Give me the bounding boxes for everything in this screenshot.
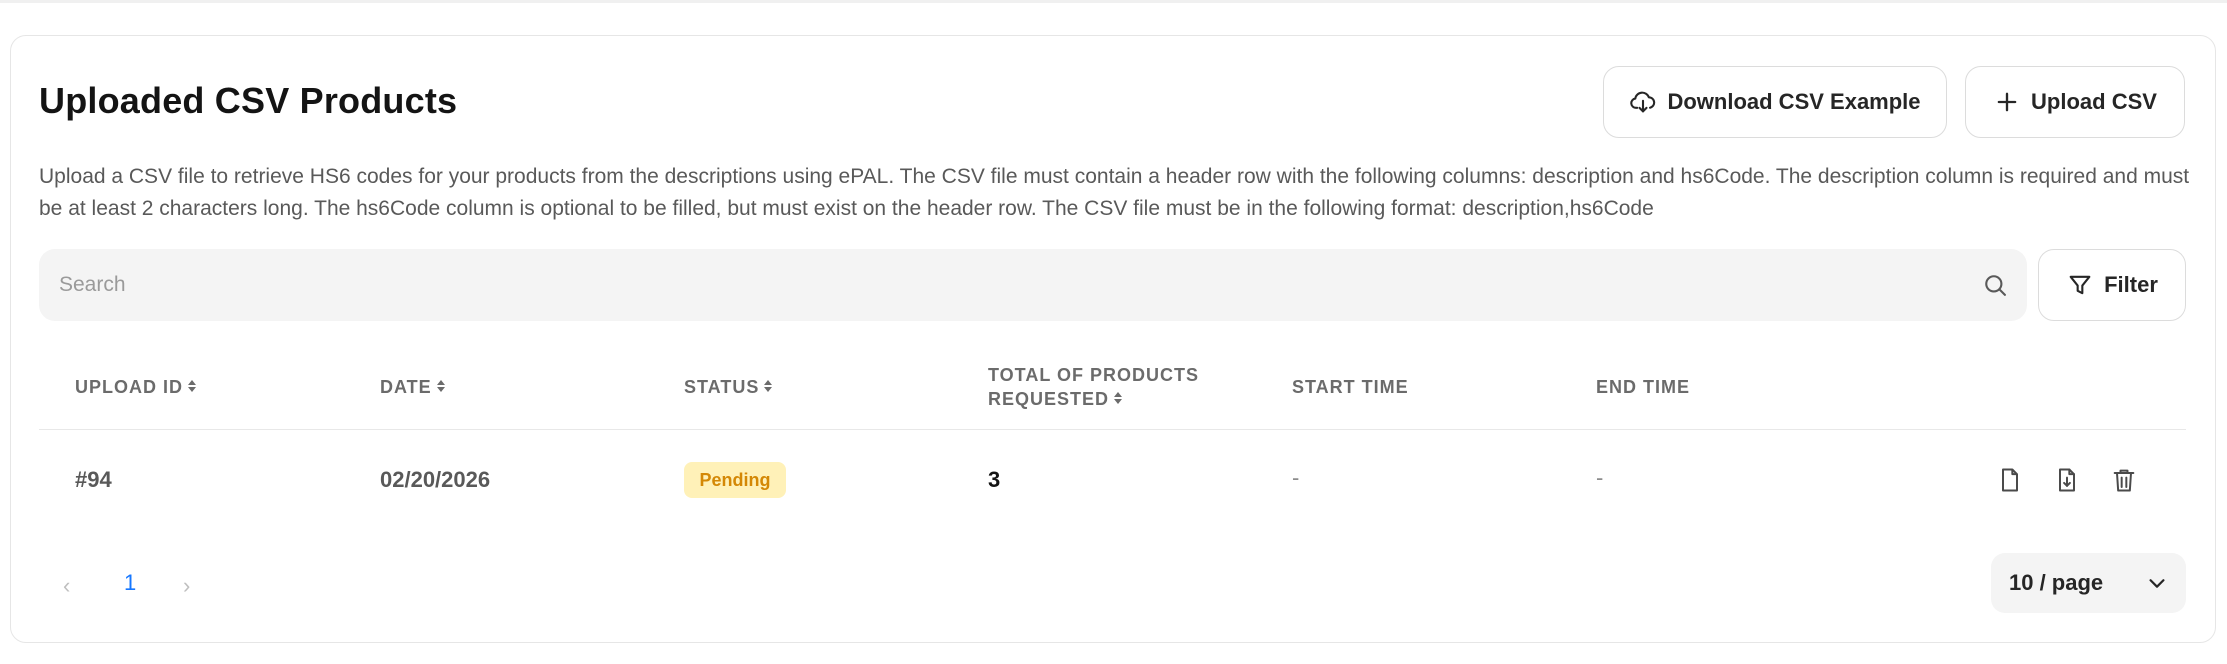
sort-icon[interactable] [763, 378, 773, 394]
page-description: Upload a CSV file to retrieve HS6 codes … [39, 165, 2190, 220]
download-csv-example-label: Download CSV Example [1667, 89, 1921, 114]
file-download-icon[interactable] [2053, 466, 2081, 494]
trash-icon[interactable] [2110, 466, 2138, 494]
page-size-value: 10 / page [2009, 570, 2104, 595]
next-page-button[interactable]: › [183, 573, 190, 599]
status-badge: Pending [684, 462, 786, 498]
search-bar [39, 249, 2027, 321]
column-header-end-time: END TIME [1596, 377, 1691, 397]
page-title: Uploaded CSV Products [39, 80, 458, 121]
search-icon[interactable] [1981, 271, 2009, 299]
column-header-upload-id[interactable]: UPLOAD ID [75, 375, 197, 399]
page-size-select[interactable]: 10 / page [1991, 553, 2186, 613]
upload-csv-label: Upload CSV [2031, 89, 2157, 114]
column-header-start-time: START TIME [1292, 377, 1409, 397]
total-products-cell: 3 [988, 467, 1001, 492]
date-cell: 02/20/2026 [380, 467, 491, 492]
filter-label: Filter [2104, 272, 2158, 297]
cloud-download-icon [1630, 91, 1656, 113]
column-header-total-products[interactable]: TOTAL OF PRODUCTS REQUESTED [988, 363, 1199, 411]
filter-button[interactable]: Filter [2038, 249, 2186, 321]
column-header-status-label: STATUS [684, 377, 760, 397]
download-csv-example-button[interactable]: Download CSV Example [1603, 66, 1947, 138]
upload-id-cell: #94 [75, 467, 112, 492]
file-icon[interactable] [1996, 466, 2024, 494]
filter-icon [2069, 275, 2091, 295]
column-header-date[interactable]: DATE [380, 375, 446, 399]
sort-icon[interactable] [187, 378, 197, 394]
column-header-date-label: DATE [380, 377, 432, 397]
prev-page-button[interactable]: ‹ [63, 573, 70, 599]
start-time-cell: - [1292, 465, 1300, 490]
table-header-divider [39, 429, 2186, 430]
top-divider [0, 0, 2227, 3]
search-input[interactable] [57, 272, 1981, 298]
column-header-upload-id-label: UPLOAD ID [75, 377, 183, 397]
column-header-total-label-line1: TOTAL OF PRODUCTS [988, 365, 1200, 385]
chevron-down-icon [2149, 579, 2165, 588]
sort-icon[interactable] [436, 378, 446, 394]
column-header-total-label-line2: REQUESTED [988, 389, 1110, 409]
page-number-1[interactable]: 1 [124, 570, 136, 596]
column-header-status[interactable]: STATUS [684, 375, 773, 399]
upload-csv-button[interactable]: Upload CSV [1965, 66, 2185, 138]
end-time-cell: - [1596, 465, 1604, 490]
sort-icon[interactable] [1113, 390, 1123, 406]
plus-icon [1997, 92, 2017, 112]
